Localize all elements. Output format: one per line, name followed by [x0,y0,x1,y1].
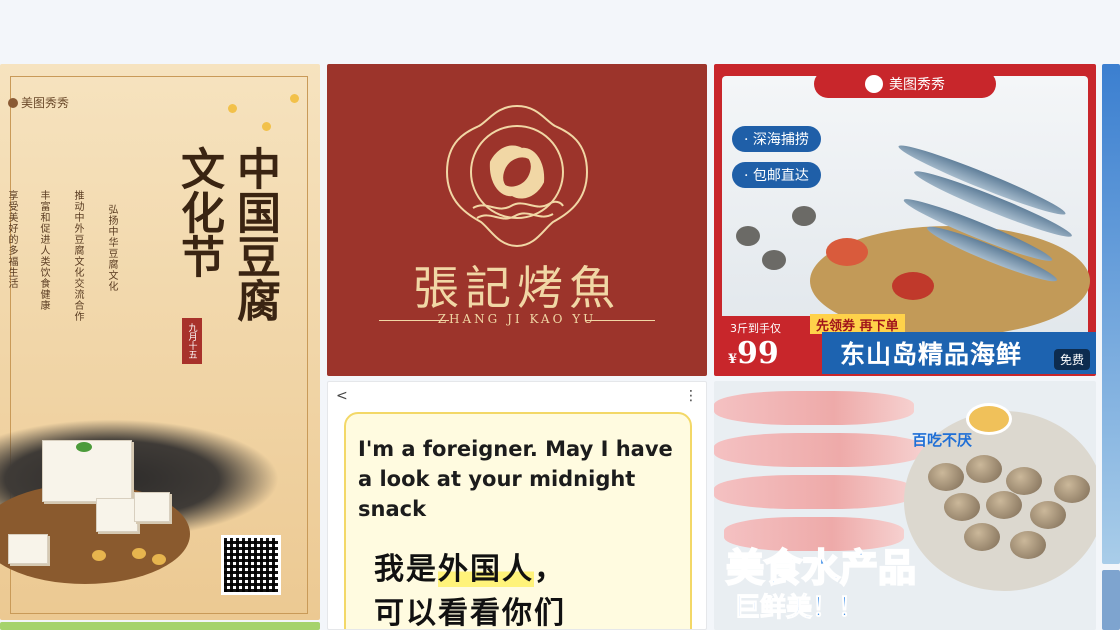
clam-image [1030,501,1066,529]
template-card-fish-logo[interactable]: 張記烤魚 ZHANG JI KAO YU [327,64,707,376]
meitu-logo-icon [8,97,18,108]
fish-fillet-image [714,391,914,425]
template-card-partial[interactable] [1102,570,1120,630]
clam-image [1054,475,1090,503]
caption-highlight: 外国人 [438,552,534,587]
poster-title-sub: 文化节 [173,146,224,278]
soybean [152,554,166,565]
poster-line: 丰富和促进人类饮食健康 [38,190,49,311]
leaf-icon [76,442,92,452]
poster-line: 弘扬中华豆腐文化 [106,204,117,292]
fish-emblem-icon [445,104,589,248]
feature-tag: · 深海捕捞 [732,126,821,152]
blossom-icon [228,104,237,113]
tofu-block [8,534,48,564]
template-card-aquatic[interactable]: 百吃不厌 美食水产品 巨鲜美！！ [714,381,1096,630]
back-icon[interactable]: < [336,388,348,404]
coupon-label: 先领券 再下单 [810,314,905,334]
template-card-partial[interactable] [0,622,320,630]
shell-image [736,226,760,246]
chinese-caption: 我是外国人， 可以看看你们 [374,548,566,630]
brand-label: 美图秀秀 [21,96,70,110]
tagline: 百吃不厌 [912,431,973,449]
clam-image [964,523,1000,551]
caption-text: 可以看看你们 [374,596,566,630]
crab-image [826,238,868,266]
currency-symbol: ¥ [728,352,738,367]
template-card-seafood[interactable]: 美图秀秀 · 深海捕捞 · 包邮直达 3斤到手仅 ¥99 先领券 再下单 东山岛… [714,64,1096,376]
poster-title-main: 中国豆腐 [229,146,280,322]
blossom-icon [290,94,299,103]
blossom-icon [262,122,271,131]
aquatic-title: 美食水产品 [725,545,917,591]
template-card-partial[interactable] [1102,64,1120,564]
clam-image [928,463,964,491]
price-number: 99 [737,336,779,371]
poster-line: 推动中外豆腐文化交流合作 [72,190,83,322]
clam-image [944,493,980,521]
english-caption: I'm a foreigner. May I have a look at yo… [358,437,673,521]
feature-tag: · 包邮直达 [732,162,821,188]
soybean [132,548,146,559]
price-caption: 3斤到手仅 [730,322,781,335]
poster-line: 享受美好的多福生活 [6,190,17,289]
brand-pill: 美图秀秀 [814,70,996,98]
brand-name: 張記烤魚 [413,261,621,315]
tofu-block [96,498,138,532]
qr-code [221,535,281,595]
template-card-tofu-festival[interactable]: 美图秀秀 弘扬中华豆腐文化 推动中外豆腐文化交流合作 丰富和促进人类饮食健康 享… [0,64,320,620]
template-card-foreigner-post[interactable]: < ⋮ I'm a foreigner. May I have a look a… [327,381,707,630]
fish-fillet-image [714,475,914,509]
price-box: 3斤到手仅 ¥99 [722,316,822,374]
clam-image [1010,531,1046,559]
brand-label: 美图秀秀 [889,77,945,93]
meitu-logo-icon [865,75,883,93]
soybean [92,550,106,561]
free-badge: 免费 [1053,349,1090,370]
more-options-icon[interactable]: ⋮ [684,388,698,404]
shell-image [762,250,786,270]
caption-text: ， [534,552,566,587]
seal-stamp: 九月十五 [182,318,202,364]
clam-image [1006,467,1042,495]
brand-pinyin: ZHANG JI KAO YU [437,312,597,326]
tofu-block [134,492,170,522]
aquatic-subtitle: 巨鲜美！！ [733,593,865,624]
crab-image [892,272,934,300]
top-bar [0,0,1120,64]
shell-image [792,206,816,226]
caption-text: 我是 [374,552,438,587]
sauce-dish [966,403,1012,435]
clam-image [986,491,1022,519]
price-value: ¥99 [728,336,779,371]
brand-watermark: 美图秀秀 [8,94,69,111]
clam-image [966,455,1002,483]
fish-fillet-image [714,433,924,467]
